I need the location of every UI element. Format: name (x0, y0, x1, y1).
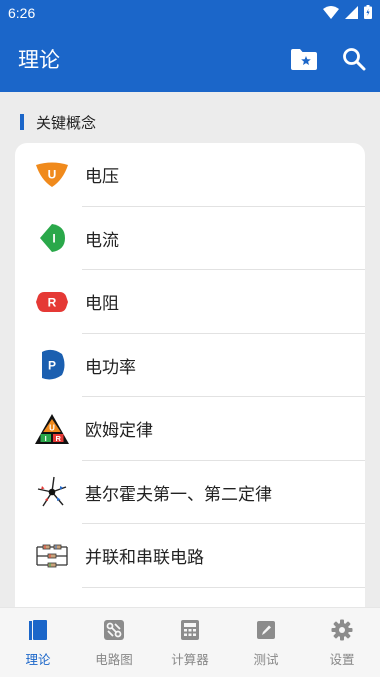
nav-label: 测试 (253, 652, 279, 667)
nav-tab-circuit-diagram[interactable]: 电路图 (76, 608, 152, 677)
svg-text:I: I (45, 434, 47, 443)
status-bar: 6:26 (0, 0, 380, 26)
wifi-icon (323, 4, 339, 23)
list-item-resistance[interactable]: R 电阻 (15, 270, 365, 334)
kirchhoff-node-icon (33, 473, 71, 511)
nav-label: 计算器 (171, 652, 209, 667)
nav-label: 设置 (329, 652, 355, 667)
section-accent-bar (20, 114, 24, 130)
list-item-series-parallel[interactable]: 并联和串联电路 (15, 524, 365, 588)
ohms-law-triangle-icon: U I R (33, 410, 71, 448)
series-parallel-circuit-icon (33, 537, 71, 575)
nav-label: 理论 (25, 652, 51, 667)
list-item-label: 欧姆定律 (85, 421, 153, 442)
svg-text:R: R (48, 295, 57, 309)
list-item-ohms-law[interactable]: U I R 欧姆定律 (15, 397, 365, 461)
app-bar: 理论 (0, 26, 380, 92)
favorites-folder-icon[interactable] (290, 47, 318, 71)
list-item-label: 电压 (85, 167, 119, 188)
list-item-voltage[interactable]: U 电压 (15, 143, 365, 207)
svg-text:I: I (52, 232, 55, 246)
search-icon[interactable] (342, 47, 366, 71)
nav-label: 电路图 (95, 652, 133, 667)
circuit-diagram-icon (103, 617, 125, 643)
svg-text:U: U (49, 423, 55, 432)
list-item-label: 基尔霍夫第一、第二定律 (85, 484, 272, 505)
svg-text:R: R (55, 434, 61, 443)
status-time: 6:26 (8, 5, 36, 21)
section-title: 关键概念 (36, 113, 97, 132)
concepts-list: U 电压 I 电流 R 电阻 P 电功率 U I R 欧姆定律 基尔霍夫第一、第… (15, 143, 365, 663)
section-header: 关键概念 (20, 111, 96, 133)
svg-text:P: P (48, 359, 56, 373)
list-item-label: 并联和串联电路 (85, 548, 204, 569)
page-title: 理论 (18, 48, 60, 72)
list-item-current[interactable]: I 电流 (15, 207, 365, 271)
nav-tab-calculator[interactable]: 计算器 (152, 608, 228, 677)
calculator-icon (180, 617, 200, 643)
nav-tab-settings[interactable]: 设置 (304, 608, 380, 677)
cell-signal-icon (345, 4, 358, 23)
gear-icon (331, 617, 353, 643)
bottom-navigation: 理论 电路图 计算器 测试 设置 (0, 607, 380, 677)
list-item-label: 电功率 (85, 357, 136, 378)
test-icon (256, 617, 276, 643)
voltage-icon: U (33, 156, 71, 194)
status-icons (323, 4, 372, 23)
current-icon: I (33, 219, 71, 257)
svg-text:U: U (48, 167, 57, 181)
list-item-label: 电阻 (85, 294, 119, 315)
list-item-kirchhoff[interactable]: 基尔霍夫第一、第二定律 (15, 461, 365, 525)
list-item-label: 电流 (85, 230, 119, 251)
nav-tab-theory[interactable]: 理论 (0, 608, 76, 677)
battery-icon (364, 4, 372, 23)
nav-tab-test[interactable]: 测试 (228, 608, 304, 677)
power-icon: P (33, 346, 71, 384)
list-item-power[interactable]: P 电功率 (15, 334, 365, 398)
resistance-icon: R (33, 283, 71, 321)
book-icon (28, 617, 48, 643)
